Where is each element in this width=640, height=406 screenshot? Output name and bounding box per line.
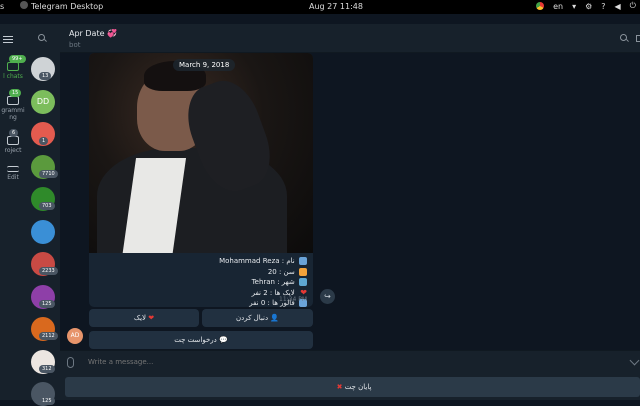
folder-label: Edit: [7, 174, 19, 181]
search-icon[interactable]: [620, 34, 627, 41]
folder-edit[interactable]: Edit: [0, 166, 26, 181]
activities-label[interactable]: s: [0, 2, 4, 11]
paperclip-icon[interactable]: [67, 357, 74, 368]
folder-icon: [7, 96, 19, 105]
chat-avatar[interactable]: 125: [31, 284, 55, 309]
folder-badge: 15: [9, 89, 22, 97]
chevron-down-icon[interactable]: [629, 355, 640, 366]
sidebar-toggle-icon[interactable]: [636, 35, 640, 42]
dropdown-icon[interactable]: ▾: [572, 2, 576, 11]
chat-request-button[interactable]: درخواست چت 💬: [89, 331, 313, 349]
chat-avatar[interactable]: 7710: [31, 154, 58, 179]
sender-avatar[interactable]: AD: [67, 328, 83, 344]
message-time: 11:34 PM: [279, 296, 307, 303]
person-icon: 👤: [270, 314, 280, 322]
avatar-initials: [31, 220, 55, 244]
messages-area: March 9, 2018 نام : Mohammad Reza سن : 2…: [60, 53, 640, 350]
folder-all-chats[interactable]: 99+ l chats: [0, 55, 26, 80]
gear-icon[interactable]: ⚙: [585, 2, 592, 11]
telegram-app-icon: [20, 1, 28, 9]
folder-badge: 6: [9, 129, 19, 137]
help-icon[interactable]: ?: [601, 2, 605, 11]
chat-title: Apr Date 💞: [69, 29, 118, 38]
unread-badge: 125: [39, 397, 55, 405]
heart-icon: ❤: [148, 314, 155, 322]
reply-keyboard: ✖ پایان چت: [60, 374, 640, 400]
unread-badge: 2112: [39, 332, 58, 340]
search-icon[interactable]: [38, 34, 45, 41]
calendar-icon: [299, 267, 307, 276]
date-badge: March 9, 2018: [173, 59, 236, 71]
avatar-initials: DD: [36, 96, 50, 106]
volume-icon[interactable]: ◀: [615, 2, 621, 11]
message-composer: [60, 350, 640, 374]
language-indicator[interactable]: en: [553, 2, 563, 11]
folder-programming[interactable]: 15 grammi ng: [0, 89, 26, 121]
unread-badge: 703: [39, 202, 55, 210]
message-input[interactable]: [88, 358, 608, 366]
chat-subtitle: bot: [69, 41, 81, 49]
chat-avatar[interactable]: 2233: [31, 252, 58, 276]
chat-avatar[interactable]: 2112: [31, 317, 58, 341]
system-tray: en ▾ ⚙ ? ◀ ⏻: [536, 1, 636, 11]
app-menu-name[interactable]: Telegram Desktop: [31, 2, 103, 11]
chrome-icon[interactable]: [536, 2, 545, 10]
chat-avatar[interactable]: 703: [31, 187, 55, 211]
share-icon[interactable]: ↪: [320, 289, 335, 304]
chat-avatar[interactable]: 125: [31, 382, 55, 406]
cross-mark-icon: ✖: [336, 383, 343, 391]
chat-avatar[interactable]: [31, 219, 55, 244]
profile-photo[interactable]: [89, 53, 313, 253]
chat-avatar[interactable]: DD: [31, 89, 55, 114]
unread-badge: 312: [39, 364, 55, 373]
folder-label: roject: [4, 147, 22, 154]
unread-badge: 125: [39, 299, 55, 308]
end-chat-button[interactable]: ✖ پایان چت: [65, 377, 640, 397]
chat-header[interactable]: Apr Date 💞 bot: [60, 24, 640, 53]
sliders-icon: [7, 166, 19, 172]
folder-badge: 99+: [9, 55, 26, 63]
clock[interactable]: Aug 27 11:48: [309, 2, 363, 11]
folder-icon: [7, 62, 19, 71]
unread-badge: 1: [39, 137, 49, 145]
chat-avatar[interactable]: 13: [31, 57, 55, 81]
photo-message[interactable]: March 9, 2018 نام : Mohammad Reza سن : 2…: [89, 53, 313, 307]
caption-line-name: نام : Mohammad Reza: [219, 256, 307, 267]
caption-line-city: شهر : Tehran: [219, 277, 307, 288]
like-button[interactable]: لایک ❤: [89, 309, 199, 327]
chat-avatar[interactable]: 312: [31, 349, 55, 374]
caption-line-age: سن : 20: [219, 267, 307, 278]
unread-badge: 7710: [39, 169, 58, 178]
folder-label: grammi ng: [1, 107, 25, 121]
folder-icon: [7, 136, 19, 145]
folders-sidebar: 99+ l chats 15 grammi ng 6 roject Edit: [0, 24, 26, 400]
unread-badge: 2233: [39, 267, 58, 275]
unread-badge: 13: [39, 72, 52, 80]
person-icon: [299, 257, 307, 265]
folder-project[interactable]: 6 roject: [0, 129, 26, 154]
cityscape-icon: [299, 278, 307, 286]
follow-button[interactable]: دنبال کردن 👤: [202, 309, 313, 327]
folder-label: l chats: [3, 73, 23, 80]
hamburger-menu-icon[interactable]: [3, 36, 13, 43]
speech-bubble-icon: 💬: [219, 336, 228, 344]
power-icon[interactable]: ⏻: [630, 1, 636, 11]
system-top-bar: s Telegram Desktop Aug 27 11:48 en ▾ ⚙ ?…: [0, 0, 640, 14]
chat-avatar[interactable]: 1: [31, 122, 55, 146]
